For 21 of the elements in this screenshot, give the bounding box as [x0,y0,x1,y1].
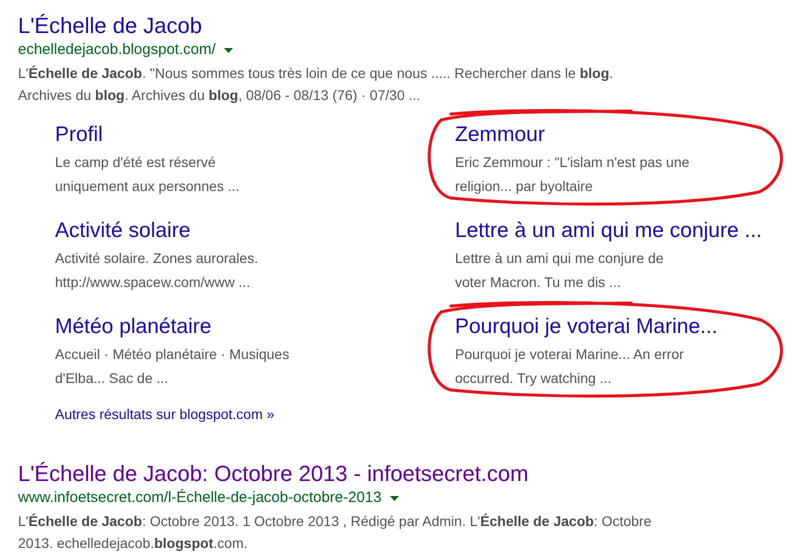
result-title-link[interactable]: L'Échelle de Jacob: Octobre 2013 - infoetsecret.com [18,460,528,488]
result-url: www.infoetsecret.com/l-Échelle-de-jacob-octobre-2013 [18,488,382,508]
result-title-link[interactable]: L'Échelle de Jacob [18,12,202,40]
sitelink-snippet: Le camp d'été est réservé uniquement aux personnes ... [55,153,240,196]
sitelink-title[interactable]: Météo planétaire [55,314,212,340]
sitelink-title[interactable]: Activité solaire [55,218,190,244]
sitelink-title[interactable]: Lettre à un ami qui me conjure ... [455,218,762,244]
sitelink-title[interactable]: Profil [55,122,103,148]
sitelink-snippet: Eric Zemmour : "L'islam n'est pas une religion... par byoltaire [455,153,690,196]
sitelink-snippet: Lettre à un ami qui me conjure de voter Macron. Tu me dis ... [455,249,665,292]
caret-icon[interactable] [224,48,233,52]
result-snippet: L'Échelle de Jacob. "Nous sommes tous très loin de ce que nous ..... Rechercher dans le blog. Archives du blog. Archives du blog, 08/06 - 08/13 (76) · 07/30 ... [18,64,614,105]
more-results-link[interactable]: Autres résultats sur blogspot.com » [55,404,274,424]
result-snippet: L'Échelle de Jacob: Octobre 2013. 1 Octobre 2013 , Rédigé par Admin. L'Échelle de Jacob: Octobre 2013. echelledejacob.blogspot.com. [18,512,652,553]
sitelink-snippet: Accueil · Météo planétaire · Musiques d'Elba... Sac de ... [55,345,290,388]
result-url: echelledejacob.blogspot.com/ [18,40,216,60]
sitelink-snippet: Pourquoi je voterai Marine... An error occurred. Try watching ... [455,345,685,388]
caret-icon[interactable] [390,496,399,500]
sitelink-title[interactable]: Zemmour [455,122,545,148]
sitelink-snippet: Activité solaire. Zones aurorales. http://www.spacew.com/www ... [55,249,260,292]
sitelink-title[interactable]: Pourquoi je voterai Marine... [455,314,718,340]
